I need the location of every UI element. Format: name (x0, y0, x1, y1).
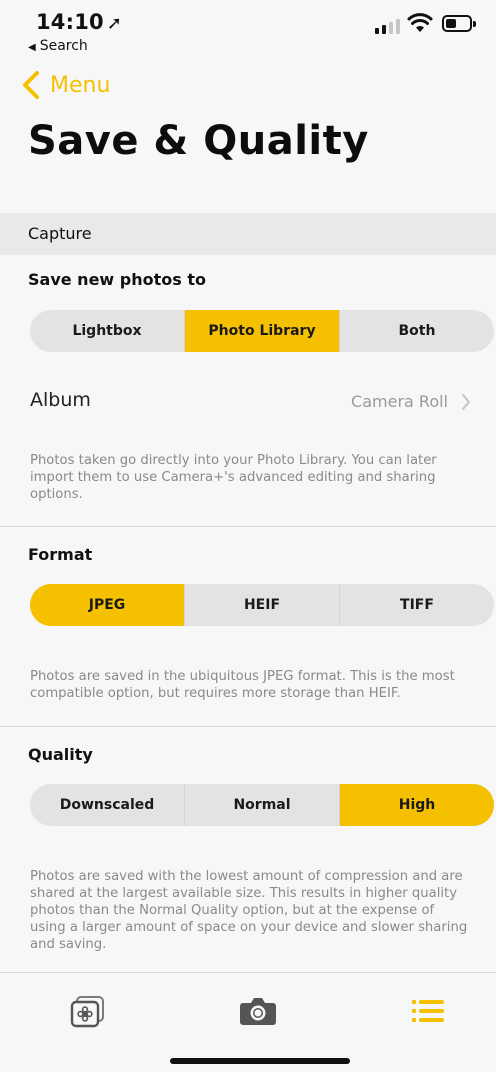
save-to-label: Save new photos to (28, 270, 206, 289)
camera-icon (240, 998, 276, 1025)
format-option-heif[interactable]: HEIF (185, 584, 340, 626)
format-option-jpeg[interactable]: JPEG (30, 584, 185, 626)
save-to-option-photo-library[interactable]: Photo Library (185, 310, 340, 352)
format-label: Format (28, 545, 93, 564)
chevron-right-icon (462, 394, 470, 410)
cellular-signal-icon (375, 18, 400, 34)
format-description: Photos are saved in the ubiquitous JPEG … (30, 669, 455, 701)
status-time: 14:10 ➚ (36, 10, 123, 34)
menu-back-button[interactable]: Menu (20, 70, 110, 100)
format-option-tiff[interactable]: TIFF (340, 584, 494, 626)
status-bar: 14:10 ➚ ◀ Search (0, 0, 496, 60)
section-header-capture: Capture (0, 213, 496, 255)
menu-list-icon (412, 1000, 444, 1022)
page-title: Save & Quality (28, 118, 369, 164)
menu-back-label: Menu (50, 72, 111, 98)
tab-menu[interactable] (408, 991, 448, 1031)
back-triangle-icon: ◀ (28, 42, 36, 53)
divider (0, 726, 496, 727)
save-to-option-both[interactable]: Both (340, 310, 494, 352)
battery-icon (442, 15, 476, 32)
quality-description: Photos are saved with the lowest amount … (30, 869, 468, 952)
album-row[interactable]: Album Camera Roll (0, 380, 496, 424)
back-to-app-link[interactable]: ◀ Search (28, 38, 88, 54)
divider (0, 526, 496, 527)
tab-lightbox[interactable] (68, 991, 108, 1031)
lightbox-icon (70, 996, 104, 1028)
quality-label: Quality (28, 745, 93, 764)
tab-camera[interactable] (238, 991, 278, 1031)
save-to-option-lightbox[interactable]: Lightbox (30, 310, 185, 352)
album-value: Camera Roll (351, 392, 448, 411)
tab-bar (0, 972, 496, 1072)
save-to-description: Photos taken go directly into your Photo… (30, 453, 437, 502)
chevron-left-icon (23, 71, 39, 99)
format-segmented-control: JPEG HEIF TIFF (30, 584, 494, 626)
wifi-icon (407, 13, 433, 32)
home-indicator[interactable] (170, 1058, 350, 1064)
quality-segmented-control: Downscaled Normal High (30, 784, 494, 826)
quality-option-downscaled[interactable]: Downscaled (30, 784, 185, 826)
quality-option-normal[interactable]: Normal (185, 784, 340, 826)
quality-option-high[interactable]: High (340, 784, 494, 826)
save-to-segmented-control: Lightbox Photo Library Both (30, 310, 494, 352)
album-label: Album (30, 389, 91, 411)
location-arrow-icon: ➚ (106, 13, 123, 34)
